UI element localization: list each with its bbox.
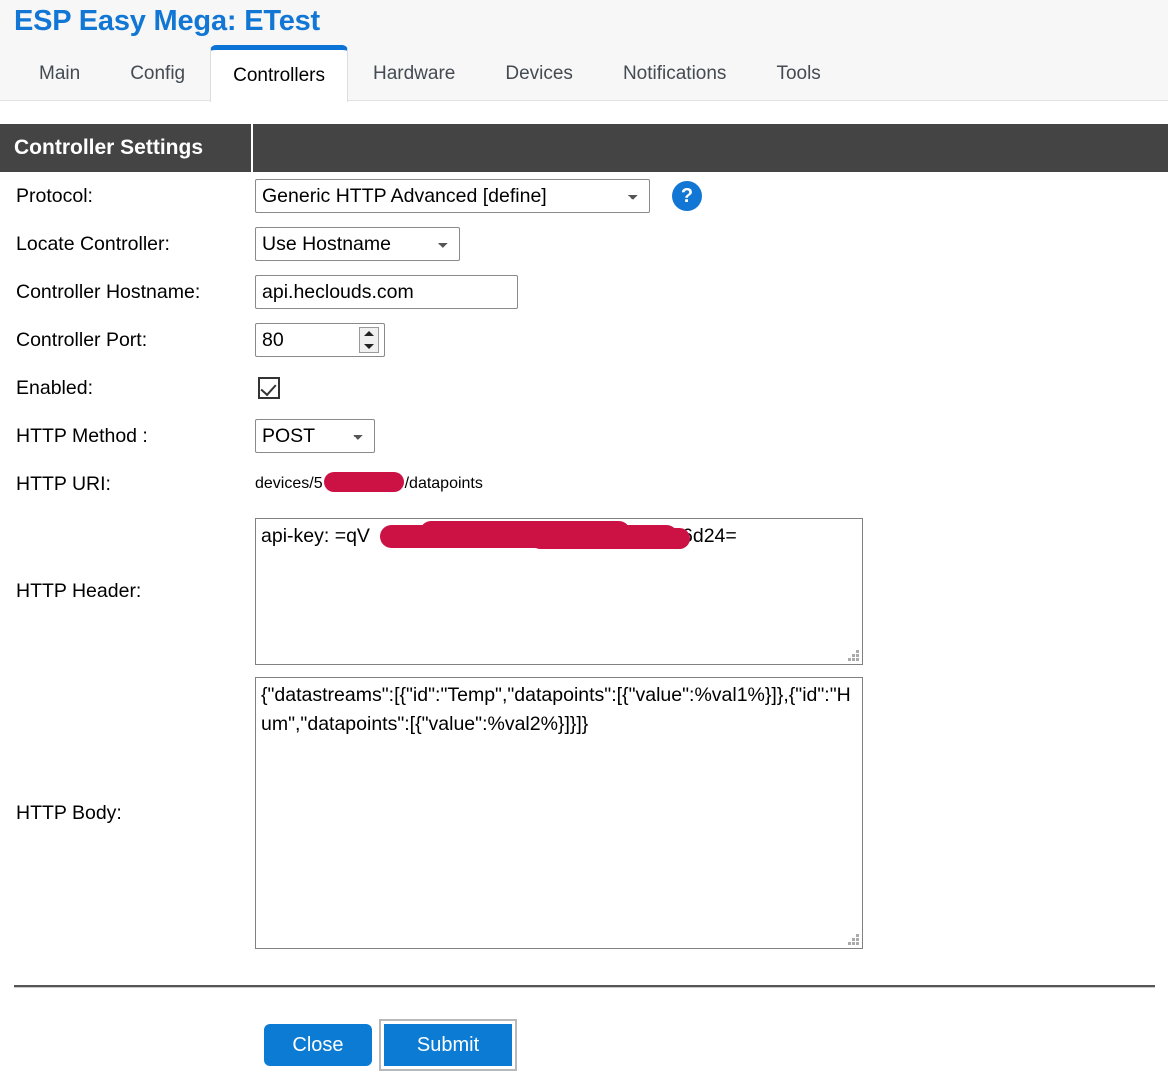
resize-grip-icon[interactable] xyxy=(847,649,859,661)
http-uri-value-suffix: /datapoints xyxy=(404,475,483,492)
http-header-value-prefix: api-key: =qV xyxy=(261,525,370,547)
controller-settings-form: Protocol: Generic HTTP Advanced [define]… xyxy=(0,172,1168,949)
tab-hardware[interactable]: Hardware xyxy=(348,45,480,101)
enabled-label: Enabled: xyxy=(16,376,93,399)
resize-grip-icon[interactable] xyxy=(847,933,859,945)
controller-port-label: Controller Port: xyxy=(16,328,148,351)
locate-controller-select[interactable]: Use Hostname xyxy=(255,227,460,261)
http-header-textarea[interactable]: api-key: =qV U6d24= xyxy=(255,518,863,665)
locate-controller-label: Locate Controller: xyxy=(16,232,170,255)
http-header-label: HTTP Header: xyxy=(16,580,142,602)
tab-controllers[interactable]: Controllers xyxy=(210,45,348,102)
row-http-method: HTTP Method : POST xyxy=(0,412,1168,460)
tab-config[interactable]: Config xyxy=(105,45,210,101)
row-http-header: HTTP Header: api-key: =qV U6d24= xyxy=(0,518,1168,665)
http-uri-input[interactable]: devices/5/datapoints xyxy=(255,472,483,494)
enabled-checkbox[interactable] xyxy=(258,377,280,399)
controller-hostname-label: Controller Hostname: xyxy=(16,280,201,303)
action-buttons: Close Submit xyxy=(264,1024,512,1066)
http-body-label: HTTP Body: xyxy=(16,801,122,824)
stepper-down-icon[interactable] xyxy=(360,340,378,352)
port-stepper[interactable] xyxy=(359,327,379,353)
section-title: Controller Settings xyxy=(14,124,253,172)
footer-divider xyxy=(14,985,1155,988)
row-http-uri: HTTP URI: devices/5/datapoints xyxy=(0,460,1168,508)
tab-main[interactable]: Main xyxy=(14,45,105,101)
top-bar: ESP Easy Mega: ETest Main Config Control… xyxy=(0,0,1168,102)
controller-settings-header-bar: Controller Settings xyxy=(0,124,1168,172)
row-controller-hostname: Controller Hostname: xyxy=(0,268,1168,316)
close-button[interactable]: Close xyxy=(264,1024,372,1066)
site-title: ESP Easy Mega: ETest xyxy=(14,5,321,37)
controller-hostname-input[interactable] xyxy=(255,275,518,309)
row-protocol: Protocol: Generic HTTP Advanced [define]… xyxy=(0,172,1168,220)
redaction-mark-uri xyxy=(323,472,404,492)
main-navigation-tabs: Main Config Controllers Hardware Devices… xyxy=(0,45,846,102)
tab-notifications[interactable]: Notifications xyxy=(598,45,752,101)
http-method-select[interactable]: POST xyxy=(255,419,375,453)
http-body-value[interactable]: {"datastreams":[{"id":"Temp","datapoints… xyxy=(256,678,862,742)
tab-tools[interactable]: Tools xyxy=(751,45,845,101)
protocol-label: Protocol: xyxy=(16,184,93,207)
row-http-body: HTTP Body: {"datastreams":[{"id":"Temp",… xyxy=(0,677,1168,949)
row-controller-port: Controller Port: xyxy=(0,316,1168,364)
http-uri-label: HTTP URI: xyxy=(16,472,111,495)
row-enabled: Enabled: xyxy=(0,364,1168,412)
tab-devices[interactable]: Devices xyxy=(480,45,598,101)
http-uri-value-prefix: devices/5 xyxy=(255,475,323,492)
redaction-mark-api-key xyxy=(380,521,690,549)
row-locate-controller: Locate Controller: Use Hostname xyxy=(0,220,1168,268)
http-body-textarea[interactable]: {"datastreams":[{"id":"Temp","datapoints… xyxy=(255,677,863,949)
protocol-select[interactable]: Generic HTTP Advanced [define] xyxy=(255,179,650,213)
http-method-label: HTTP Method : xyxy=(16,424,148,447)
question-mark-icon[interactable]: ? xyxy=(672,181,702,211)
stepper-up-icon[interactable] xyxy=(360,328,378,340)
submit-button[interactable]: Submit xyxy=(384,1024,512,1066)
